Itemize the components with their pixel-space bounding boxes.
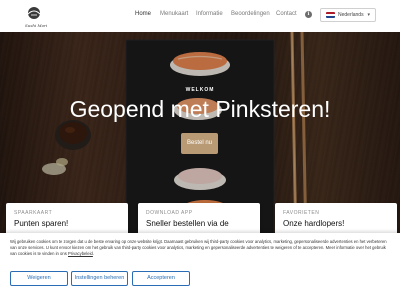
navbar: Sushi Mori Home Menukaart Informatie Beo… <box>0 0 400 32</box>
cookie-text: Wij gebruiken cookies om te zorgen dat u… <box>10 239 387 257</box>
logo-text: Sushi Mori <box>25 23 48 28</box>
card-title: Punten sparen! <box>14 219 69 228</box>
hero-eyebrow: WELKOM <box>185 87 215 93</box>
manage-cookie-settings-button[interactable]: Instellingen beheren <box>71 271 128 286</box>
nav-item-contact[interactable]: Contact <box>276 11 297 17</box>
hero-title: Geopend met Pinksteren! <box>69 96 331 122</box>
accept-cookies-button[interactable]: Accepteren <box>132 271 190 286</box>
card-eyebrow: DOWNLOAD APP <box>146 210 193 216</box>
netherlands-flag-icon <box>326 12 335 18</box>
nav-item-informatie[interactable]: Informatie <box>196 11 223 17</box>
privacy-policy-link[interactable]: Privacybeleid <box>68 251 93 256</box>
order-now-button[interactable]: Bestel nu <box>181 133 218 154</box>
nav-item-beoordelingen[interactable]: Beoordelingen <box>231 11 270 17</box>
card-title: Sneller bestellen via de <box>146 219 229 228</box>
nav-item-home[interactable]: Home <box>135 11 151 17</box>
nav-item-menukaart[interactable]: Menukaart <box>160 11 188 17</box>
card-eyebrow: SPAARKAART <box>14 210 53 216</box>
chevron-down-icon: ▾ <box>367 12 370 18</box>
card-eyebrow: FAVORIETEN <box>283 210 320 216</box>
info-icon[interactable]: i <box>305 11 312 18</box>
language-select[interactable]: Nederlands ▾ <box>320 8 376 22</box>
card-title: Onze hardlopers! <box>283 219 345 228</box>
language-label: Nederlands <box>338 12 364 18</box>
cookie-banner: Wij gebruiken cookies om te zorgen dat u… <box>0 233 400 300</box>
reject-cookies-button[interactable]: Weigeren <box>10 271 68 286</box>
cookie-message: Wij gebruiken cookies om te zorgen dat u… <box>10 239 387 257</box>
